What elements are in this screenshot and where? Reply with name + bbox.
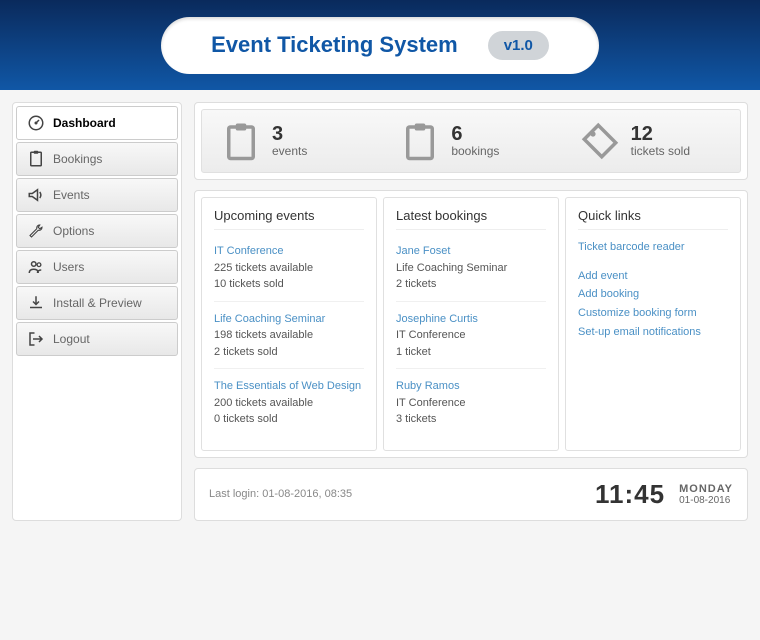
sidebar-label: Logout bbox=[53, 332, 90, 346]
booking-item: Jane Foset Life Coaching Seminar 2 ticke… bbox=[396, 238, 546, 302]
stat-label: tickets sold bbox=[631, 144, 690, 158]
sidebar-item-install[interactable]: Install & Preview bbox=[16, 286, 178, 320]
quicklink-add-event[interactable]: Add event bbox=[578, 267, 728, 286]
panel-title: Latest bookings bbox=[396, 208, 546, 230]
sidebar-label: Events bbox=[53, 188, 90, 202]
event-available: 200 tickets available bbox=[214, 397, 313, 409]
panels: Upcoming events IT Conference 225 ticket… bbox=[194, 190, 748, 458]
stat-number: 12 bbox=[631, 124, 690, 144]
users-icon bbox=[27, 258, 45, 276]
booking-tickets: 3 tickets bbox=[396, 413, 436, 425]
sidebar-item-events[interactable]: Events bbox=[16, 178, 178, 212]
booking-item: Josephine Curtis IT Conference 1 ticket bbox=[396, 306, 546, 370]
sidebar-item-logout[interactable]: Logout bbox=[16, 322, 178, 356]
booking-event: IT Conference bbox=[396, 397, 466, 409]
event-sold: 0 tickets sold bbox=[214, 413, 278, 425]
footer-bar: Last login: 01-08-2016, 08:35 11:45 MOND… bbox=[194, 468, 748, 521]
clock-time: 11:45 bbox=[595, 479, 665, 510]
logout-icon bbox=[27, 330, 45, 348]
sidebar-label: Dashboard bbox=[53, 116, 116, 130]
stat-tickets: 12 tickets sold bbox=[561, 120, 740, 162]
clipboard-icon bbox=[220, 120, 262, 162]
clock-date: 01-08-2016 bbox=[679, 495, 733, 506]
header-pill: Event Ticketing System v1.0 bbox=[161, 17, 599, 74]
stat-events: 3 events bbox=[202, 120, 381, 162]
event-sold: 10 tickets sold bbox=[214, 278, 284, 290]
stat-label: bookings bbox=[451, 144, 499, 158]
event-link[interactable]: IT Conference bbox=[214, 245, 284, 257]
clock-day: MONDAY bbox=[679, 483, 733, 495]
stat-label: events bbox=[272, 144, 307, 158]
booking-tickets: 2 tickets bbox=[396, 278, 436, 290]
clock: 11:45 MONDAY 01-08-2016 bbox=[595, 479, 733, 510]
stats-bar: 3 events 6 bookings 12 tickets sold bbox=[194, 102, 748, 180]
stat-bookings: 6 bookings bbox=[381, 120, 560, 162]
event-item: The Essentials of Web Design 200 tickets… bbox=[214, 373, 364, 436]
booking-item: Ruby Ramos IT Conference 3 tickets bbox=[396, 373, 546, 436]
gauge-icon bbox=[27, 114, 45, 132]
sidebar-label: Options bbox=[53, 224, 94, 238]
panel-upcoming: Upcoming events IT Conference 225 ticket… bbox=[201, 197, 377, 451]
app-title: Event Ticketing System bbox=[211, 32, 458, 58]
booking-tickets: 1 ticket bbox=[396, 346, 431, 358]
event-item: Life Coaching Seminar 198 tickets availa… bbox=[214, 306, 364, 370]
booking-link[interactable]: Jane Foset bbox=[396, 245, 450, 257]
sidebar-label: Users bbox=[53, 260, 84, 274]
panel-title: Quick links bbox=[578, 208, 728, 230]
sidebar-item-users[interactable]: Users bbox=[16, 250, 178, 284]
sidebar-item-bookings[interactable]: Bookings bbox=[16, 142, 178, 176]
panel-quicklinks: Quick links Ticket barcode reader Add ev… bbox=[565, 197, 741, 451]
panel-title: Upcoming events bbox=[214, 208, 364, 230]
event-available: 198 tickets available bbox=[214, 329, 313, 341]
event-sold: 2 tickets sold bbox=[214, 346, 278, 358]
sidebar-label: Bookings bbox=[53, 152, 102, 166]
wrench-icon bbox=[27, 222, 45, 240]
quicklink-email-notifications[interactable]: Set-up email notifications bbox=[578, 323, 728, 342]
quicklink-customize-form[interactable]: Customize booking form bbox=[578, 304, 728, 323]
download-icon bbox=[27, 294, 45, 312]
sidebar: Dashboard Bookings Events Options Users … bbox=[12, 102, 182, 521]
last-login: Last login: 01-08-2016, 08:35 bbox=[209, 488, 352, 500]
header-bar: Event Ticketing System v1.0 bbox=[0, 0, 760, 90]
event-link[interactable]: The Essentials of Web Design bbox=[214, 380, 361, 392]
clipboard-icon bbox=[399, 120, 441, 162]
megaphone-icon bbox=[27, 186, 45, 204]
sidebar-item-dashboard[interactable]: Dashboard bbox=[16, 106, 178, 140]
sidebar-item-options[interactable]: Options bbox=[16, 214, 178, 248]
tag-icon bbox=[579, 120, 621, 162]
version-badge: v1.0 bbox=[488, 31, 549, 60]
stat-number: 3 bbox=[272, 124, 307, 144]
booking-event: IT Conference bbox=[396, 329, 466, 341]
booking-link[interactable]: Josephine Curtis bbox=[396, 313, 478, 325]
event-link[interactable]: Life Coaching Seminar bbox=[214, 313, 325, 325]
event-available: 225 tickets available bbox=[214, 262, 313, 274]
clipboard-icon bbox=[27, 150, 45, 168]
stat-number: 6 bbox=[451, 124, 499, 144]
quicklink-barcode[interactable]: Ticket barcode reader bbox=[578, 238, 728, 257]
sidebar-label: Install & Preview bbox=[53, 296, 142, 310]
booking-link[interactable]: Ruby Ramos bbox=[396, 380, 460, 392]
quicklink-add-booking[interactable]: Add booking bbox=[578, 285, 728, 304]
event-item: IT Conference 225 tickets available 10 t… bbox=[214, 238, 364, 302]
booking-event: Life Coaching Seminar bbox=[396, 262, 507, 274]
main-content: 3 events 6 bookings 12 tickets sold bbox=[194, 102, 748, 521]
panel-latest: Latest bookings Jane Foset Life Coaching… bbox=[383, 197, 559, 451]
